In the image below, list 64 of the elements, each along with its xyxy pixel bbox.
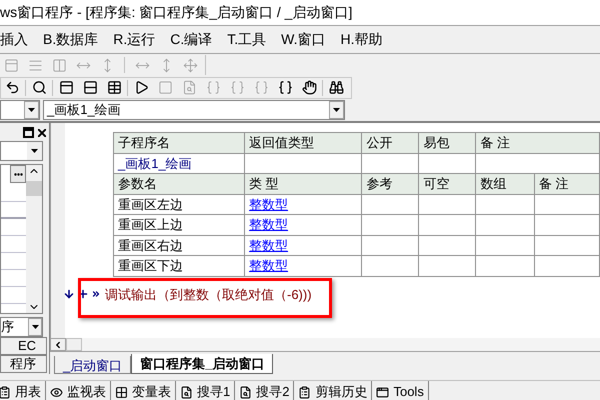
- window-title: ws窗口程序 - [程序集: 窗口程序集_启动窗口 / _启动窗口]: [0, 3, 352, 22]
- scrollbar-thumb[interactable]: [26, 181, 42, 196]
- tab-icon: [239, 386, 252, 398]
- table-header: 数组: [476, 174, 534, 194]
- dropdown-arrow-icon: [28, 108, 35, 112]
- horizontal-scrollbar[interactable]: [50, 338, 600, 352]
- more-button[interactable]: [10, 165, 26, 183]
- table-header: 易包: [418, 132, 476, 153]
- param-name: 重画区上边: [114, 214, 245, 235]
- type-link[interactable]: 整数型: [244, 235, 362, 256]
- table-header: 参考: [362, 174, 419, 194]
- table-header: 返回值类型: [244, 132, 362, 153]
- code-line: 调试输出（到整数（取绝对值（-6))): [105, 286, 312, 304]
- type-link[interactable]: 整数型: [244, 256, 362, 276]
- tab-icon: [180, 386, 193, 398]
- more-icon: [14, 172, 22, 176]
- param-name: 重画区下边: [114, 256, 245, 276]
- panel-tab[interactable]: 变量表: [111, 381, 176, 400]
- object-combo[interactable]: [0, 100, 40, 120]
- table-header: 参数名: [114, 174, 245, 194]
- menu-item[interactable]: T.工具: [227, 29, 266, 50]
- param-name: 重画区左边: [114, 194, 245, 214]
- panel-tab[interactable]: 程序: [0, 355, 47, 373]
- panel-tab[interactable]: 搜寻1: [176, 381, 236, 400]
- tab-icon: [376, 386, 390, 398]
- editor-tab[interactable]: _启动窗口: [54, 356, 132, 374]
- dropdown-arrow-icon: [32, 325, 38, 329]
- scrollbar[interactable]: [26, 165, 42, 313]
- menu-item[interactable]: R.运行: [113, 29, 156, 50]
- procedure-combo[interactable]: _画板1_绘画: [43, 100, 345, 120]
- scroll-left-icon[interactable]: [53, 340, 63, 350]
- panel-tab[interactable]: 剪辑历史: [294, 381, 372, 400]
- type-link[interactable]: 整数型: [244, 194, 362, 214]
- tab-icon: [298, 386, 312, 398]
- param-name: 重画区右边: [114, 235, 245, 256]
- dropdown-arrow-icon: [31, 149, 38, 153]
- editor-tab[interactable]: 窗口程序集_启动窗口: [131, 354, 274, 374]
- tab-icon: [0, 386, 11, 398]
- table-header: 可空: [418, 174, 476, 194]
- table-header: 类 型: [244, 174, 362, 194]
- panel-tab[interactable]: EC: [0, 337, 47, 355]
- table-header: 子程序名: [114, 132, 245, 153]
- tab-icon: [50, 386, 63, 398]
- panel-tab[interactable]: Tools: [372, 381, 429, 400]
- menu-item[interactable]: W.窗口: [281, 29, 326, 50]
- panel-dropdown[interactable]: 序: [0, 317, 43, 337]
- menu-item[interactable]: C.编译: [170, 29, 212, 50]
- menu-item[interactable]: H.帮助: [340, 29, 382, 50]
- table-header: 备 注: [476, 132, 600, 153]
- tab-icon: [115, 386, 128, 398]
- menu-item[interactable]: 插入: [0, 29, 28, 50]
- dropdown-arrow-icon: [333, 108, 340, 112]
- table-header: 公开: [362, 132, 419, 153]
- panel-tab[interactable]: 监视表: [46, 381, 111, 400]
- menu-item[interactable]: B.数据库: [43, 29, 98, 50]
- expand-icon[interactable]: [91, 289, 101, 300]
- scrollbar-thumb[interactable]: [66, 338, 82, 351]
- panel-tab[interactable]: 搜寻2: [235, 381, 294, 400]
- panel-tab[interactable]: 用表: [0, 381, 46, 400]
- close-icon[interactable]: [36, 127, 47, 138]
- arrow-down-icon[interactable]: [63, 288, 75, 300]
- table-header: 备 注: [534, 174, 600, 194]
- panel-combo[interactable]: [0, 141, 43, 161]
- type-link[interactable]: 整数型: [244, 214, 362, 235]
